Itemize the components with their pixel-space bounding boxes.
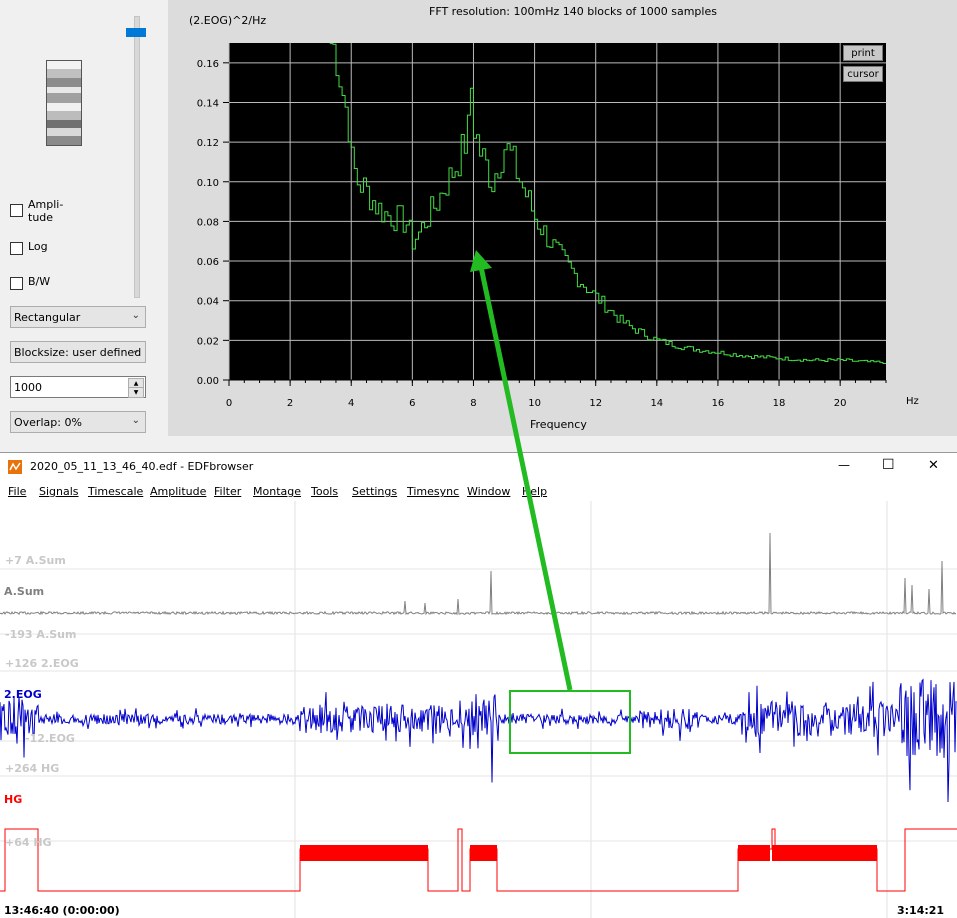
blocksize-spinbox[interactable]: 1000 ▲ ▼ — [10, 376, 146, 398]
menu-window[interactable]: Window — [467, 485, 510, 498]
amplitude-slider-track[interactable] — [134, 16, 140, 298]
x-tick-label: 18 — [773, 398, 786, 409]
timeline-start: 13:46:40 (0:00:00) — [4, 904, 120, 917]
eog-bottom-scale: -12.EOG — [25, 732, 75, 745]
menu-montage[interactable]: Montage — [253, 485, 301, 498]
hg-block — [738, 845, 770, 861]
window-title: 2020_05_11_13_46_40.edf - EDFbrowser — [30, 460, 254, 473]
asum-top-scale: +7 A.Sum — [5, 554, 66, 567]
asum-trace — [0, 532, 957, 616]
y-tick-label: 0.14 — [197, 98, 219, 109]
signal-view[interactable]: +7 A.Sum A.Sum -193 A.Sum +126 2.EOG 2.E… — [0, 501, 957, 918]
cursor-button[interactable]: cursor — [843, 66, 883, 82]
colorbar-icon — [46, 60, 82, 146]
spin-down-icon[interactable]: ▼ — [128, 387, 144, 398]
x-tick-label: 14 — [650, 398, 663, 409]
close-button[interactable]: ✕ — [928, 458, 939, 473]
hg-block — [300, 845, 428, 861]
bw-checkbox[interactable]: B/W — [10, 275, 110, 291]
x-tick-label: 20 — [834, 398, 847, 409]
menu-timesync[interactable]: Timesync — [407, 485, 459, 498]
log-checkbox-box[interactable] — [10, 242, 23, 255]
y-tick-label: 0.12 — [197, 138, 219, 149]
fft-panel: Ampli- tude Log B/W Rectangular ⌄ Blocks… — [0, 0, 957, 452]
menu-tools[interactable]: Tools — [311, 485, 338, 498]
blocksize-value: Blocksize: user defined — [14, 346, 142, 359]
overlap-value: Overlap: 0% — [14, 416, 82, 429]
x-tick-label: 12 — [589, 398, 602, 409]
fft-controls: Ampli- tude Log B/W Rectangular ⌄ Blocks… — [0, 0, 168, 452]
asum-label[interactable]: A.Sum — [4, 585, 44, 598]
x-tick-label: 16 — [712, 398, 725, 409]
plot-background — [229, 43, 886, 380]
eog-label[interactable]: 2.EOG — [4, 688, 42, 701]
x-tick-label: 0 — [226, 398, 232, 409]
asum-bottom-scale: -193 A.Sum — [5, 628, 77, 641]
y-tick-label: 0.02 — [197, 336, 219, 347]
menu-amplitude[interactable]: Amplitude — [150, 485, 206, 498]
log-checkbox[interactable]: Log — [10, 240, 110, 256]
amplitude-checkbox-label: Ampli- tude — [28, 198, 63, 224]
y-tick-label: 0.00 — [197, 376, 219, 387]
y-tick-label: 0.08 — [197, 217, 219, 228]
amplitude-label-line2: tude — [28, 211, 54, 224]
menu-signals[interactable]: Signals — [39, 485, 79, 498]
y-tick-label: 0.06 — [197, 257, 219, 268]
menu-help[interactable]: Help — [522, 485, 547, 498]
x-tick-label: 8 — [470, 398, 476, 409]
log-checkbox-label: Log — [28, 240, 48, 253]
minimize-button[interactable]: — — [838, 458, 850, 472]
bw-checkbox-label: B/W — [28, 275, 51, 288]
chevron-down-icon: ⌄ — [131, 345, 140, 356]
y-tick-label: 0.16 — [197, 59, 219, 70]
hg-block — [470, 845, 497, 861]
timeline-end: 3:14:21 — [897, 904, 945, 917]
eog-top-scale: +126 2.EOG — [5, 657, 79, 670]
menu-settings[interactable]: Settings — [352, 485, 397, 498]
fft-xlabel: Frequency — [530, 418, 587, 431]
hg-top-scale: +264 HG — [5, 762, 60, 775]
y-tick-label: 0.04 — [197, 297, 219, 308]
hg-bottom-scale: +64 HG — [5, 836, 52, 849]
menu-filter[interactable]: Filter — [214, 485, 241, 498]
amplitude-checkbox-box[interactable] — [10, 204, 23, 217]
fft-plot-area: FFT resolution: 100mHz 140 blocks of 100… — [168, 0, 957, 436]
window-titlebar: 2020_05_11_13_46_40.edf - EDFbrowser — ☐… — [0, 452, 957, 482]
amplitude-label-line1: Ampli- — [28, 198, 64, 211]
amplitude-slider-handle[interactable] — [126, 28, 146, 37]
x-tick-label: 2 — [287, 398, 293, 409]
signal-traces — [0, 501, 957, 918]
blocksize-spin-value: 1000 — [14, 381, 42, 394]
maximize-button[interactable]: ☐ — [882, 457, 895, 473]
fft-xunit: Hz — [906, 396, 919, 407]
fft-spectrum-chart: 0 2 4 6 8 10 12 14 16 18 20 0.00 0.02 0.04 0.06 0.08 0.1… — [197, 43, 887, 409]
hg-label[interactable]: HG — [4, 793, 22, 806]
overlap-select[interactable]: Overlap: 0% ⌄ — [10, 411, 146, 433]
hg-block — [772, 845, 877, 861]
chevron-down-icon: ⌄ — [131, 310, 140, 321]
menu-timescale[interactable]: Timescale — [88, 485, 143, 498]
print-button[interactable]: print — [843, 45, 883, 61]
menu-bar: File Signals Timescale Amplitude Filter … — [0, 481, 957, 501]
bw-checkbox-box[interactable] — [10, 277, 23, 290]
hg-blocks — [300, 845, 877, 861]
menu-file[interactable]: File — [8, 485, 26, 498]
colorbar-gradient — [47, 61, 81, 145]
x-tick-label: 6 — [409, 398, 415, 409]
chevron-down-icon: ⌄ — [131, 415, 140, 426]
y-tick-label: 0.10 — [197, 178, 219, 189]
window-function-select[interactable]: Rectangular ⌄ — [10, 306, 146, 328]
window-function-value: Rectangular — [14, 311, 81, 324]
amplitude-checkbox[interactable]: Ampli- tude — [10, 198, 110, 228]
x-tick-label: 10 — [528, 398, 541, 409]
x-tick-label: 4 — [348, 398, 354, 409]
blocksize-select[interactable]: Blocksize: user defined ⌄ — [10, 341, 146, 363]
app-icon — [8, 460, 22, 474]
